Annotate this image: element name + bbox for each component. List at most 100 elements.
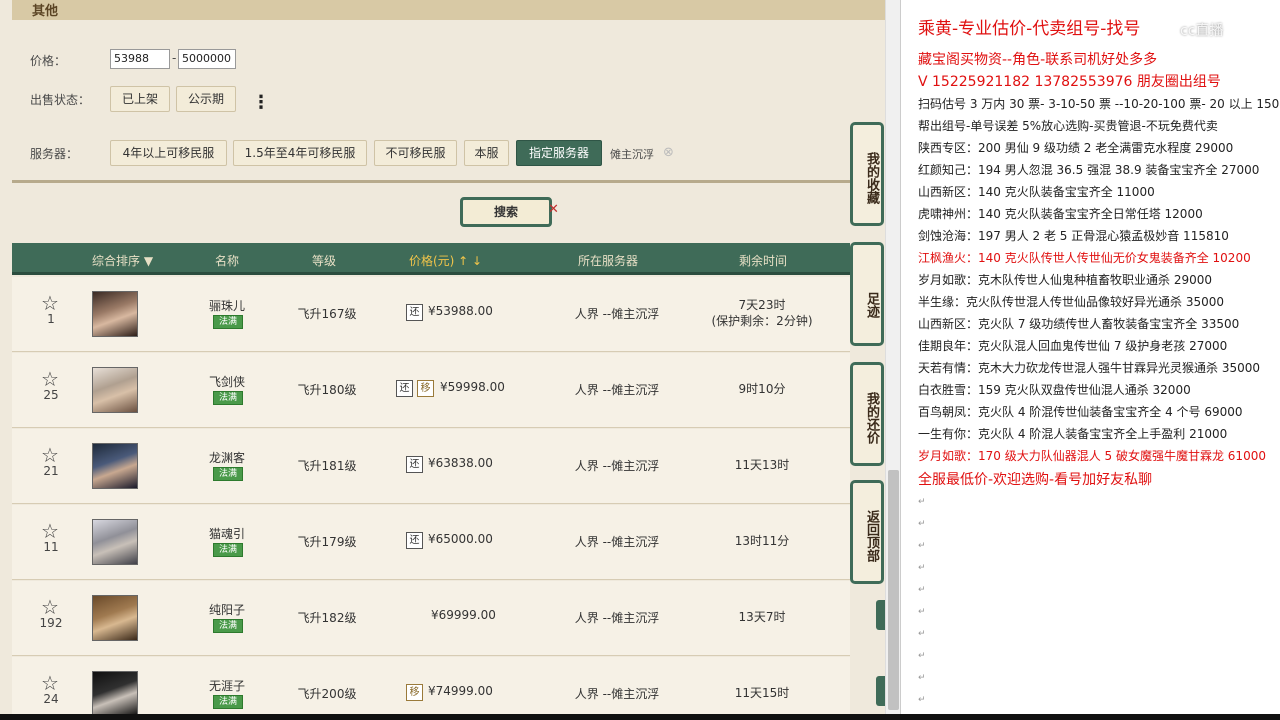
row-remaining-time: 11天15时 [734, 686, 790, 700]
row-remaining: 13天7时 [692, 609, 832, 625]
character-avatar[interactable] [92, 443, 138, 489]
row-remaining-time: 9时10分 [738, 382, 786, 396]
row-remaining: 13时11分 [692, 533, 832, 549]
row-server: 人界 --傩主沉浮 [574, 611, 660, 625]
row-tag: 法满 [213, 467, 243, 481]
screen: 其他 价格： 53988 - 5000000 出售状态： 已上架 公示期 ⋮ 服… [0, 0, 1280, 720]
row-remaining: 9时10分 [692, 381, 832, 397]
clear-server-icon[interactable]: ⊗ [663, 145, 674, 160]
doc-line: 山西新区：140 克火队装备宝宝齐全 11000 [918, 185, 1155, 199]
doc-line: 虎啸神州：140 克火队装备宝宝齐全日常任塔 12000 [918, 207, 1203, 221]
selected-server-chip: 傩主沉浮 [610, 148, 654, 161]
doc-line: V 15225921182 13782553976 朋友圈出组号 [918, 74, 1221, 90]
server-header: 所在服务器 [578, 254, 639, 268]
row-name[interactable]: 骊珠儿 [192, 297, 262, 314]
row-remaining-time: 11天13时 [734, 458, 790, 472]
stream-watermark: cc直播 [1180, 23, 1224, 39]
more-options-icon[interactable]: ⋮ [252, 92, 270, 113]
doc-line: 陕西专区：200 男仙 9 级功绩 2 老全满雷克水程度 29000 [918, 141, 1234, 155]
status-publicity-button[interactable]: 公示期 [176, 86, 236, 112]
server-specified-button[interactable]: 指定服务器 [516, 140, 602, 166]
doc-line: 全服最低价-欢迎选购-看号加好友私聊 [918, 472, 1153, 488]
filter-divider [12, 180, 850, 183]
row-level: 飞升181级 [297, 459, 357, 473]
row-price: ¥74999.00 [428, 684, 493, 698]
row-price: ¥59998.00 [440, 380, 505, 394]
my-bargains-button[interactable]: 我的还价 [850, 362, 884, 466]
character-avatar[interactable] [92, 671, 138, 717]
doc-line: 半生缘：克火队传世混人传世仙品像较好异光通杀 35000 [918, 295, 1224, 309]
row-level: 飞升167级 [297, 307, 357, 321]
paragraph-mark-icon: ↵ [918, 585, 926, 595]
row-price: ¥65000.00 [428, 532, 493, 546]
paragraph-mark-icon: ↵ [918, 651, 926, 661]
row-tag: 法满 [213, 543, 243, 557]
price-label: 价格： [30, 54, 67, 68]
migrate-badge: 移 [406, 684, 423, 701]
doc-title: 乘黄-专业估价-代卖组号-找号 [918, 19, 1141, 39]
doc-line: 百鸟朝凤：克火队 4 阶混传世仙装备宝宝齐全 4 个号 69000 [918, 405, 1243, 419]
doc-line: 红颜知己：194 男人忽混 36.5 强混 38.9 装备宝宝齐全 27000 [918, 163, 1260, 177]
doc-line: 一生有你：克火队 4 阶混人装备宝宝齐全上手盈利 21000 [918, 427, 1228, 441]
server-1-5yr-button[interactable]: 1.5年至4年可移民服 [233, 140, 367, 166]
scrollbar-thumb[interactable] [888, 470, 899, 710]
back-to-top-button[interactable]: 返回顶部 [850, 480, 884, 584]
paragraph-mark-icon: ↵ [918, 673, 926, 683]
doc-line: 天若有情：克木大力砍龙传世混人强牛甘霖异光灵猴通杀 35000 [918, 361, 1260, 375]
doc-line: 岁月如歌：170 级大力队仙器混人 5 破女魔强牛魔甘霖龙 61000 [918, 449, 1266, 463]
table-row[interactable]: ☆ 192 纯阳子 法满 飞升182级 ¥69999.00 人界 --傩主沉浮 … [12, 581, 850, 656]
my-favorites-button[interactable]: 我的收藏 [850, 122, 884, 226]
row-server: 人界 --傩主沉浮 [574, 535, 660, 549]
row-tag: 法满 [213, 695, 243, 709]
character-avatar[interactable] [92, 291, 138, 337]
migrate-badge: 移 [417, 380, 434, 397]
row-rank: 25 [43, 388, 59, 402]
status-listed-button[interactable]: 已上架 [110, 86, 170, 112]
row-name[interactable]: 猫魂引 [192, 525, 262, 542]
bargain-badge: 还 [406, 304, 423, 321]
row-server: 人界 --傩主沉浮 [574, 383, 660, 397]
bargain-badge: 还 [406, 532, 423, 549]
paragraph-mark-icon: ↵ [918, 519, 926, 529]
server-this-button[interactable]: 本服 [464, 140, 509, 166]
doc-line: 白衣胜雪：159 克火队双盘传世仙混人通杀 32000 [918, 383, 1191, 397]
doc-line: 扫码估号 3 万内 30 票- 3-10-50 票 --10-20-100 票-… [918, 97, 1280, 111]
row-rank: 24 [43, 692, 59, 706]
paragraph-mark-icon: ↵ [918, 541, 926, 551]
search-button[interactable]: 搜索 [460, 197, 552, 227]
price-min-input[interactable]: 53988 [110, 49, 170, 69]
server-no-migrate-button[interactable]: 不可移民服 [374, 140, 457, 166]
server-4yr-button[interactable]: 4年以上可移民服 [110, 140, 227, 166]
table-row[interactable]: ☆ 25 飞剑侠 法满 飞升180级 还 移 ¥59998.00 人界 --傩主… [12, 353, 850, 428]
doc-line: 藏宝阁买物资--角色-联系司机好处多多 [918, 52, 1158, 68]
character-avatar[interactable] [92, 367, 138, 413]
row-remaining-time: 13时11分 [734, 534, 790, 548]
history-button[interactable]: 足迹 [850, 242, 884, 346]
sort-header[interactable]: 综合排序 ▼ [92, 252, 153, 269]
table-row[interactable]: ☆ 21 龙渊客 法满 飞升181级 还 ¥63838.00 人界 --傩主沉浮… [12, 429, 850, 504]
document-pane: 乘黄-专业估价-代卖组号-找号 藏宝阁买物资--角色-联系司机好处多多 ↵ V 15… [900, 0, 1280, 720]
row-tag: 法满 [213, 619, 243, 633]
table-row[interactable]: ☆ 24 无涯子 法满 飞升200级 移 ¥74999.00 人界 --傩主沉浮… [12, 657, 850, 720]
row-name[interactable]: 无涯子 [192, 677, 262, 694]
paragraph-mark-icon: ↵ [918, 497, 926, 507]
row-server: 人界 --傩主沉浮 [574, 687, 660, 701]
table-row[interactable]: ☆ 11 猫魂引 法满 飞升179级 还 ¥65000.00 人界 --傩主沉浮… [12, 505, 850, 580]
row-name[interactable]: 龙渊客 [192, 449, 262, 466]
doc-line: 江枫渔火：140 克火队传世人传世仙无价女鬼装备齐全 10200 [918, 251, 1251, 265]
row-level: 飞升179级 [297, 535, 357, 549]
character-avatar[interactable] [92, 595, 138, 641]
row-name[interactable]: 纯阳子 [192, 601, 262, 618]
row-level: 飞升200级 [297, 687, 357, 701]
paragraph-mark-icon: ↵ [918, 629, 926, 639]
row-server: 人界 --傩主沉浮 [574, 307, 660, 321]
game-trading-page: 其他 价格： 53988 - 5000000 出售状态： 已上架 公示期 ⋮ 服… [0, 0, 900, 720]
price-header[interactable]: 价格(元) ↑ ↓ [409, 252, 482, 269]
row-name[interactable]: 飞剑侠 [192, 373, 262, 390]
character-avatar[interactable] [92, 519, 138, 565]
page-scrollbar[interactable] [885, 0, 900, 720]
table-row[interactable]: ☆ 1 骊珠儿 法满 飞升167级 还 ¥53988.00 人界 --傩主沉浮 … [12, 277, 850, 352]
doc-line: 帮出组号-单号误差 5%放心选购-买贵管退-不玩免费代卖 [918, 119, 1218, 133]
status-label: 出售状态： [30, 93, 91, 107]
price-max-input[interactable]: 5000000 [178, 49, 236, 69]
